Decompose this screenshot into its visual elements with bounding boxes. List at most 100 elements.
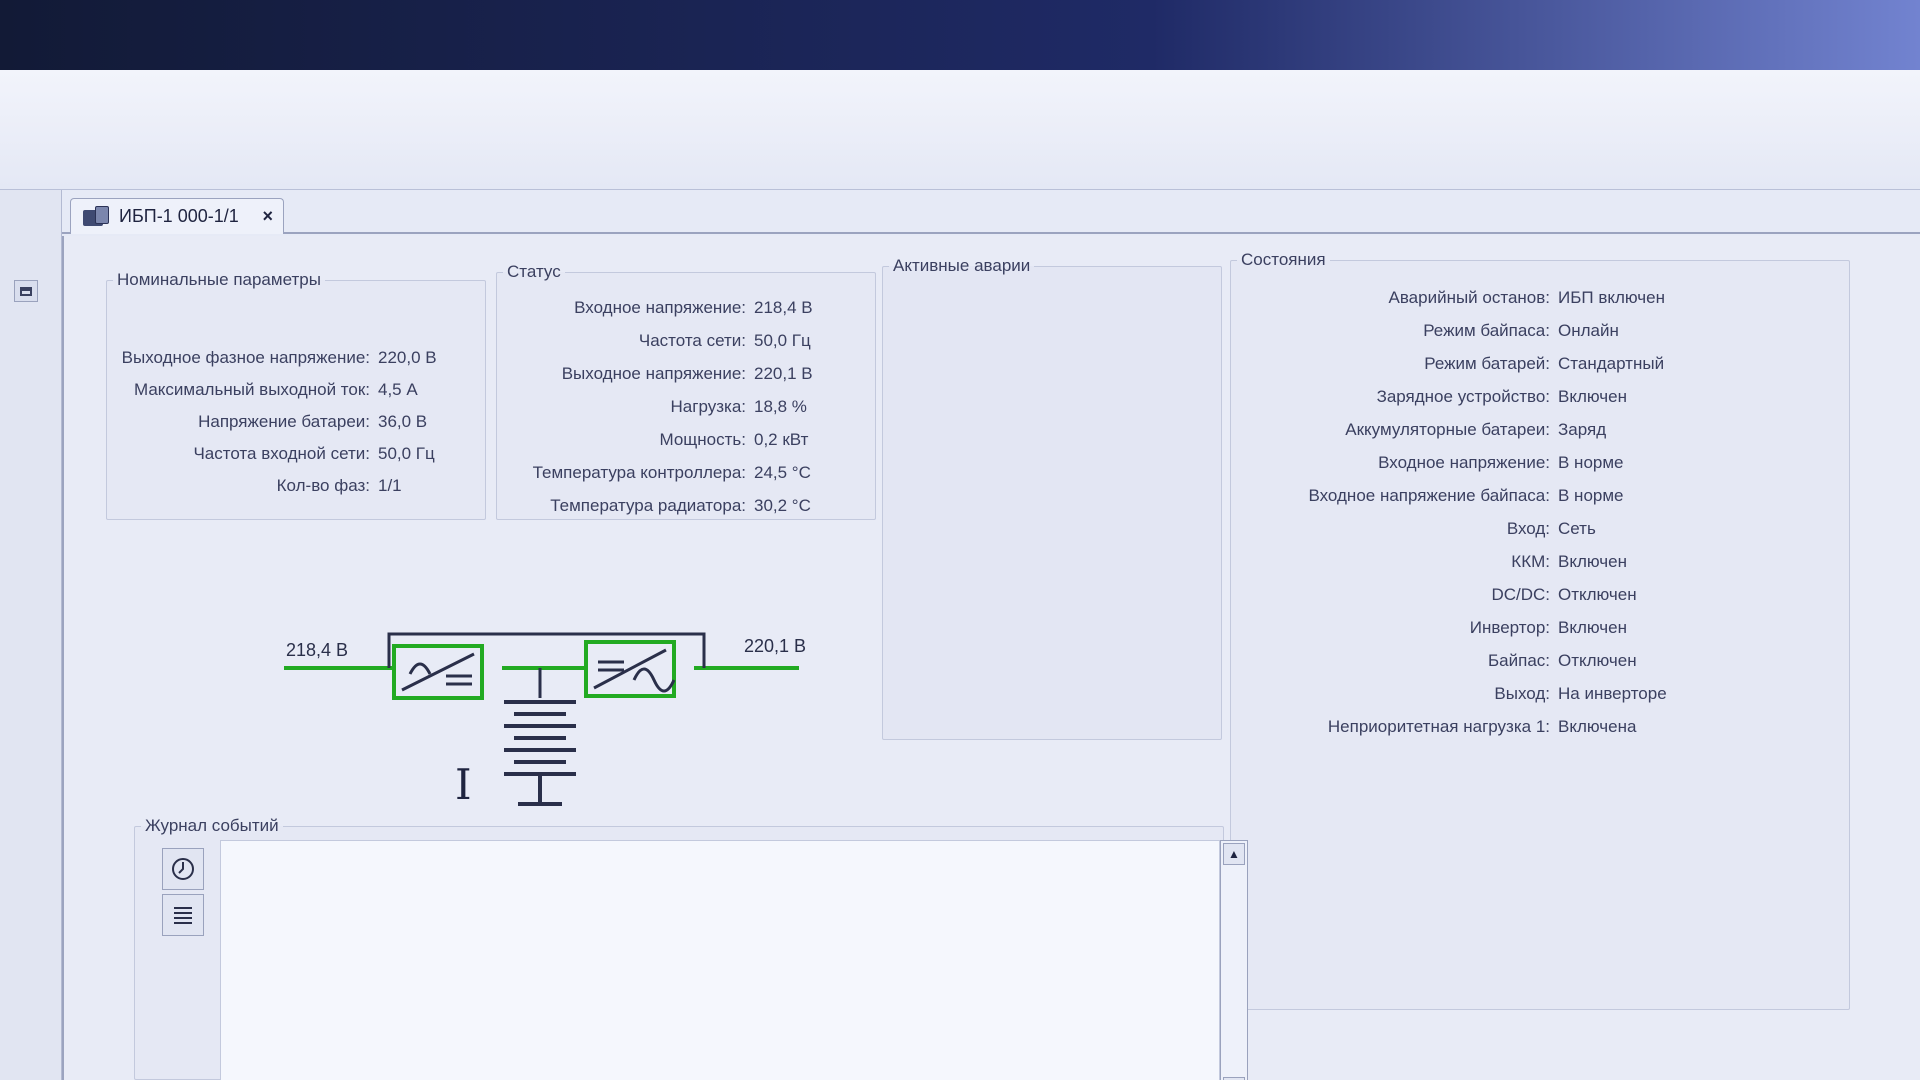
nominal-param-value: 4,5 А <box>378 380 418 399</box>
tab-title: ИБП-1 000-1/1 <box>119 206 239 226</box>
status-param-row: Частота сети: 50,0 Гц <box>496 331 811 353</box>
nominal-params-title: Номинальные параметры <box>117 270 321 289</box>
nominal-param-value: 220,0 В <box>378 348 437 367</box>
diagram-input-voltage: 218,4 В <box>286 640 349 660</box>
state-param-row: Вход: Сеть <box>1230 519 1596 541</box>
status-param-row: Входное напряжение: 218,4 В <box>496 298 813 320</box>
state-param-row: Режим батарей: Стандартный <box>1230 354 1664 376</box>
status-param-row: Температура контроллера: 24,5 °C <box>496 463 811 485</box>
toolbar-area <box>0 70 1920 190</box>
scroll-up-arrow-icon[interactable]: ▲ <box>1223 843 1245 865</box>
state-param-value: В норме <box>1558 486 1624 505</box>
states-title: Состояния <box>1241 250 1326 269</box>
nominal-param-row: Кол-во фаз: 1/1 <box>100 476 402 498</box>
clock-icon <box>172 858 194 880</box>
nominal-param-label: Выходное фазное напряжение: <box>121 348 370 367</box>
status-param-row: Нагрузка: 18,8 % <box>496 397 807 419</box>
state-param-value: Включен <box>1558 387 1627 406</box>
ups-diagram: 218,4 В 220,1 В <box>214 606 834 806</box>
log-time-button[interactable] <box>162 848 204 890</box>
status-param-row: Мощность: 0,2 кВт <box>496 430 808 452</box>
state-param-row: Неприоритетная нагрузка 1: Включена <box>1230 717 1637 739</box>
status-param-row: Температура радиатора: 30,2 °C <box>496 496 811 518</box>
event-log-list[interactable] <box>220 840 1220 1080</box>
status-param-label: Частота сети: <box>638 331 746 350</box>
tab-ups[interactable]: ИБП-1 000-1/1 × <box>70 198 284 234</box>
status-param-value: 218,4 В <box>754 298 813 317</box>
state-param-label: DC/DC: <box>1491 585 1550 604</box>
state-param-row: Входное напряжение: В норме <box>1230 453 1623 475</box>
nominal-param-row: Напряжение батареи: 36,0 В <box>100 412 427 434</box>
inverter-icon <box>593 648 676 693</box>
status-param-label: Температура контроллера: <box>532 463 746 482</box>
log-list-button[interactable] <box>162 894 204 936</box>
status-param-value: 18,8 % <box>754 397 807 416</box>
state-param-row: DC/DC: Отключен <box>1230 585 1636 607</box>
state-param-label: Аварийный останов: <box>1388 288 1550 307</box>
state-param-value: Включен <box>1558 552 1627 571</box>
status-title: Статус <box>507 262 561 281</box>
bypass-line <box>387 632 706 668</box>
diagram-output-voltage: 220,1 В <box>744 636 807 656</box>
state-param-label: Неприоритетная нагрузка 1: <box>1327 717 1550 736</box>
state-param-value: Включен <box>1558 618 1627 637</box>
nominal-param-value: 1/1 <box>378 476 402 495</box>
nominal-param-label: Максимальный выходной ток: <box>133 380 370 399</box>
log-scrollbar[interactable]: ▲ ▼ <box>1220 840 1248 1080</box>
state-param-value: Онлайн <box>1558 321 1619 340</box>
minimize-panel-button[interactable] <box>14 280 38 302</box>
nominal-param-row: Выходное фазное напряжение: 220,0 В <box>100 348 437 370</box>
state-param-label: Аккумуляторные батареи: <box>1345 420 1550 439</box>
state-param-value: Стандартный <box>1558 354 1665 373</box>
state-param-row: Режим байпаса: Онлайн <box>1230 321 1619 343</box>
state-param-value: Отключен <box>1558 651 1637 670</box>
status-param-label: Нагрузка: <box>670 397 746 416</box>
state-param-label: Режим байпаса: <box>1423 321 1550 340</box>
window-icon <box>20 286 32 296</box>
state-param-value: Сеть <box>1558 519 1596 538</box>
state-param-value: Отключен <box>1558 585 1637 604</box>
text-cursor-icon: I <box>455 760 472 809</box>
state-param-label: Выход: <box>1494 684 1550 703</box>
status-param-label: Мощность: <box>659 430 746 449</box>
nominal-param-row: Частота входной сети: 50,0 Гц <box>100 444 434 466</box>
list-icon <box>174 907 192 924</box>
ups-device-icon <box>83 205 111 228</box>
state-param-row: Байпас: Отключен <box>1230 651 1637 673</box>
active-alarms-title: Активные аварии <box>893 256 1031 275</box>
tab-close-button[interactable]: × <box>262 206 273 227</box>
event-log-title: Журнал событий <box>145 816 279 835</box>
state-param-row: Зарядное устройство: Включен <box>1230 387 1627 409</box>
status-param-label: Входное напряжение: <box>574 298 746 317</box>
state-param-value: Заряд <box>1558 420 1607 439</box>
state-param-label: Режим батарей: <box>1424 354 1550 373</box>
tab-bar: ИБП-1 000-1/1 × <box>62 196 1920 234</box>
nominal-param-value: 36,0 В <box>378 412 428 431</box>
status-param-value: 30,2 °C <box>754 496 811 515</box>
state-param-row: Аварийный останов: ИБП включен <box>1230 288 1665 310</box>
status-param-label: Температура радиатора: <box>550 496 746 515</box>
nominal-param-label: Напряжение батареи: <box>198 412 370 431</box>
status-param-value: 220,1 В <box>754 364 813 383</box>
state-param-label: Входное напряжение байпаса: <box>1308 486 1550 505</box>
nominal-param-row: Максимальный выходной ток: 4,5 А <box>100 380 418 402</box>
status-param-value: 0,2 кВт <box>754 430 809 449</box>
state-param-row: Инвертор: Включен <box>1230 618 1627 640</box>
battery-icon <box>504 700 576 806</box>
state-param-label: Вход: <box>1506 519 1550 538</box>
nominal-param-label: Частота входной сети: <box>193 444 370 463</box>
state-param-label: ККМ: <box>1511 552 1550 571</box>
state-param-label: Входное напряжение: <box>1378 453 1550 472</box>
nominal-param-label: Кол-во фаз: <box>276 476 370 495</box>
desktop-top-bar <box>0 0 1920 70</box>
active-alarms-group: Активные аварии <box>882 256 1222 740</box>
state-param-row: Входное напряжение байпаса: В норме <box>1230 486 1623 508</box>
state-param-label: Байпас: <box>1488 651 1550 670</box>
state-param-row: ККМ: Включен <box>1230 552 1627 574</box>
state-param-value: На инверторе <box>1558 684 1667 703</box>
state-param-label: Зарядное устройство: <box>1376 387 1550 406</box>
status-param-label: Выходное напряжение: <box>561 364 746 383</box>
state-param-row: Выход: На инверторе <box>1230 684 1666 706</box>
event-log: ▲ ▼ <box>162 840 1252 1080</box>
state-param-value: ИБП включен <box>1558 288 1665 307</box>
